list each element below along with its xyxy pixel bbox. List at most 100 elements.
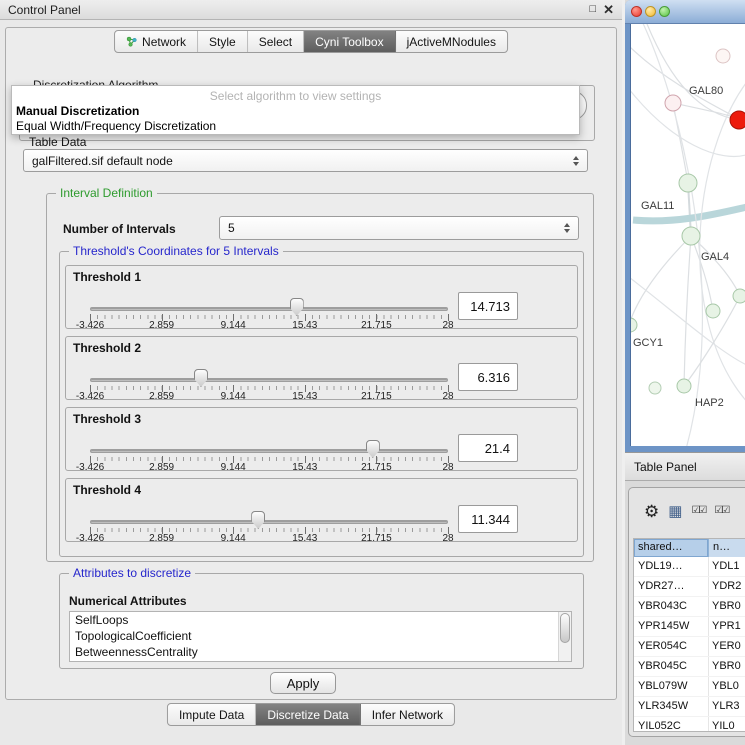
threshold-slider[interactable]: -3.4262.8599.14415.4321.71528 <box>90 499 448 543</box>
slider-track[interactable] <box>90 520 448 524</box>
slider-thumb[interactable] <box>194 369 208 387</box>
table-row[interactable]: YLR345WYLR3 <box>634 697 745 717</box>
cell-shared-name: YPR145W <box>634 617 709 636</box>
panel-body: Discretization Algorithm Select algorith… <box>5 27 617 700</box>
top-tab-bar: Network Style Select Cyni ToolboxjActiveMNo… <box>114 30 508 53</box>
slider-track[interactable] <box>90 307 448 311</box>
threshold-slider[interactable]: -3.4262.8599.14415.4321.71528 <box>90 286 448 330</box>
threshold-value-field[interactable]: 14.713 <box>458 292 518 320</box>
network-node[interactable] <box>649 382 661 394</box>
cell-shared-name: YBR045C <box>634 657 709 676</box>
deselect-all-rows-icon[interactable]: ☑☑ <box>714 506 728 516</box>
slider-track[interactable] <box>90 449 448 453</box>
dropdown-option[interactable]: Manual Discretization <box>12 104 579 119</box>
network-node[interactable] <box>682 227 700 245</box>
settings-gear-icon[interactable]: ⚙ <box>644 503 659 520</box>
threshold-value-field[interactable]: 21.4 <box>458 434 518 462</box>
attribute-item[interactable]: BetweennessCentrality <box>70 644 571 660</box>
cell-shared-name: YDR27… <box>634 577 709 596</box>
network-canvas[interactable]: GAL80GAL11GAL4GCY1HAP2 <box>630 24 745 446</box>
scrollbar-thumb[interactable] <box>560 613 570 643</box>
slider-thumb[interactable] <box>251 511 265 529</box>
threshold-box: Threshold 2-3.4262.8599.14415.4321.71528… <box>65 336 578 400</box>
threshold-box: Threshold 3-3.4262.8599.14415.4321.71528… <box>65 407 578 471</box>
slider-thumb[interactable] <box>290 298 304 316</box>
network-node[interactable] <box>730 111 745 129</box>
attribute-item[interactable]: SelfLoops <box>70 612 571 628</box>
network-node[interactable] <box>679 174 697 192</box>
attributes-legend: Attributes to discretize <box>69 566 195 580</box>
column-header-name[interactable]: n… <box>709 539 745 557</box>
network-node[interactable] <box>716 49 730 63</box>
select-all-rows-icon[interactable]: ☑☑ <box>691 506 705 516</box>
tab-impute-data[interactable]: Impute Data <box>168 704 256 725</box>
close-traffic-icon[interactable] <box>631 6 642 17</box>
slider-thumb[interactable] <box>366 440 380 458</box>
attributes-scrollbar[interactable] <box>558 612 571 661</box>
table-row[interactable]: YPR145WYPR1 <box>634 617 745 637</box>
slider-ticks <box>90 315 448 319</box>
scale-label: 9.144 <box>221 533 246 544</box>
minimize-traffic-icon[interactable] <box>645 6 656 17</box>
control-panel-window: Control Panel □✕ Discretization Algorith… <box>0 0 622 745</box>
table-data-combobox[interactable]: galFiltered.sif default node <box>23 149 588 172</box>
table-row[interactable]: YDR27…YDR2 <box>634 577 745 597</box>
table-data-value: galFiltered.sif default node <box>32 154 173 168</box>
cell-name: YBR0 <box>709 597 745 616</box>
network-node[interactable] <box>665 95 681 111</box>
dropdown-option[interactable]: Equal Width/Frequency Discretization <box>12 119 579 134</box>
apply-button[interactable]: Apply <box>270 672 336 694</box>
table-row[interactable]: YDL19…YDL1 <box>634 557 745 577</box>
tab-select[interactable]: Select <box>248 31 304 52</box>
network-edge[interactable] <box>631 236 691 325</box>
threshold-value-field[interactable]: 6.316 <box>458 363 518 391</box>
numerical-attributes-list[interactable]: SelfLoopsTopologicalCoefficientBetweenne… <box>69 611 572 662</box>
bottom-tab-bar: Impute DataDiscretize DataInfer Network <box>167 703 455 726</box>
slider-track[interactable] <box>90 378 448 382</box>
table-row[interactable]: YBR045CYBR0 <box>634 657 745 677</box>
scale-label: 28 <box>442 320 453 331</box>
scale-label: 21.715 <box>361 320 392 331</box>
cell-shared-name: YBL079W <box>634 677 709 696</box>
network-edge[interactable] <box>684 236 691 386</box>
table-row[interactable]: YIL052CYIL0 <box>634 717 745 732</box>
float-window-icon[interactable]: □ <box>589 4 596 15</box>
scale-label: 9.144 <box>221 391 246 402</box>
threshold-value-field[interactable]: 11.344 <box>458 505 518 533</box>
table-panel-window: ⚙▦☑☑☑☑ shared… n… YDL19…YDL1YDR27…YDR2YB… <box>628 487 745 737</box>
combo-arrows-icon <box>573 156 579 166</box>
network-window-titlebar <box>625 0 745 24</box>
tab-infer-network[interactable]: Infer Network <box>361 704 454 725</box>
tab-label: Select <box>259 35 292 49</box>
network-node[interactable] <box>677 379 691 393</box>
scale-label: -3.426 <box>76 462 104 473</box>
node-table: shared… n… YDL19…YDL1YDR27…YDR2YBR043CYB… <box>633 538 745 732</box>
threshold-slider[interactable]: -3.4262.8599.14415.4321.71528 <box>90 357 448 401</box>
num-intervals-spinner[interactable]: 5 <box>219 216 579 240</box>
tab-network[interactable]: Network <box>115 31 198 52</box>
tab-discretize-data[interactable]: Discretize Data <box>256 704 360 725</box>
close-icon[interactable]: ✕ <box>603 3 614 16</box>
network-graph: GAL80GAL11GAL4GCY1HAP2 <box>631 24 745 446</box>
network-edge[interactable] <box>631 84 745 156</box>
tab-style[interactable]: Style <box>198 31 248 52</box>
tab-jactivemnodules[interactable]: jActiveMNodules <box>396 31 507 52</box>
scale-label: -3.426 <box>76 391 104 402</box>
slider-scale: -3.4262.8599.14415.4321.71528 <box>90 320 448 331</box>
network-node[interactable] <box>631 318 637 332</box>
slider-scale: -3.4262.8599.14415.4321.71528 <box>90 391 448 402</box>
tab-label: Style <box>209 35 236 49</box>
network-node[interactable] <box>733 289 745 303</box>
table-row[interactable]: YER054CYER0 <box>634 637 745 657</box>
threshold-slider[interactable]: -3.4262.8599.14415.4321.71528 <box>90 428 448 472</box>
zoom-traffic-icon[interactable] <box>659 6 670 17</box>
tab-cyni-toolbox[interactable]: Cyni Toolbox <box>304 31 395 52</box>
attribute-item[interactable]: TopologicalCoefficient <box>70 628 571 644</box>
table-row[interactable]: YBL079WYBL0 <box>634 677 745 697</box>
cell-shared-name: YBR043C <box>634 597 709 616</box>
column-header-shared-name[interactable]: shared… <box>634 539 709 557</box>
table-row[interactable]: YBR043CYBR0 <box>634 597 745 617</box>
column-selector-icon[interactable]: ▦ <box>668 504 682 519</box>
network-node[interactable] <box>706 304 720 318</box>
table-panel-title: Table Panel <box>634 460 697 474</box>
